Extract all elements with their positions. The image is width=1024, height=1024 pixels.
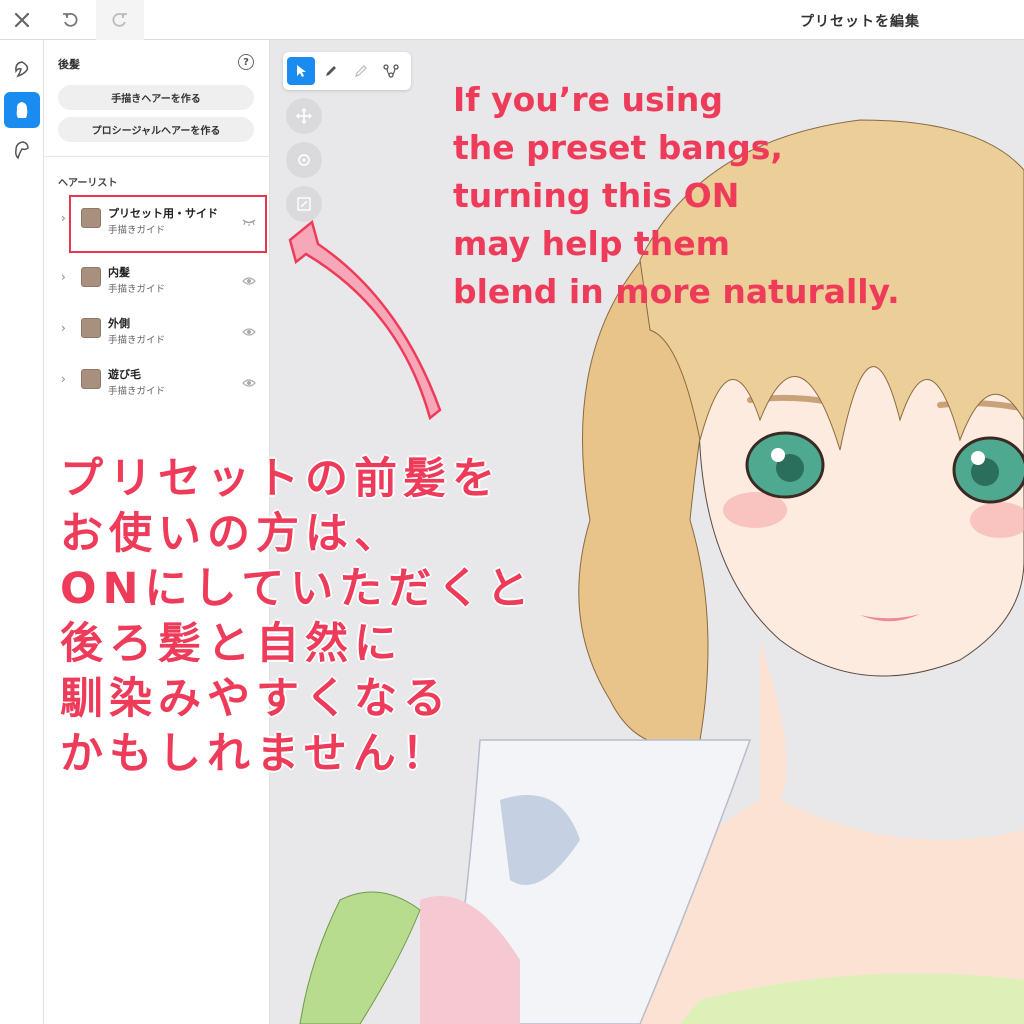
rail-item-back-hair[interactable] [4,92,40,128]
hair-list-item[interactable]: › 外側 手描きガイド [44,307,270,351]
chevron-right-icon[interactable]: › [61,321,66,335]
eye-icon[interactable] [242,373,256,392]
rail-item-side-hair[interactable] [4,132,40,168]
eraser-icon [355,65,367,77]
hair-color-swatch[interactable] [81,318,101,338]
rotate-tool-button[interactable] [286,142,322,178]
hair-item-type: 手描きガイド [108,335,166,346]
redo-icon [112,12,127,27]
hair-list-heading: ヘアーリスト [58,178,118,189]
hair-item-type: 手描きガイド [108,284,166,295]
annotation-japanese: プリセットの前髪を お使いの方は、 ONにしていただくと 後ろ髪と自然に 馴染み… [60,452,620,782]
annotation-highlight-box [69,195,267,253]
create-procedural-hair-button[interactable]: プロシージャルヘアーを作る [58,117,254,142]
close-icon [14,12,30,28]
annotation-en-line: the preset bangs, [453,128,783,167]
eraser-tool-button[interactable] [347,57,375,85]
hair-list-item[interactable]: › 内髪 手描きガイド [44,256,270,300]
chevron-right-icon[interactable]: › [61,372,66,386]
pen-tool-button[interactable] [317,57,345,85]
hair-item-name: 外側 [108,317,130,330]
hair-item-name: 内髪 [108,266,130,279]
front-hair-icon [15,61,29,78]
annotation-en-line: If you’re using [453,80,724,119]
help-icon[interactable]: ? [238,54,254,70]
top-bar: プリセットを編集 [0,0,1024,40]
chevron-right-icon[interactable]: › [61,270,66,284]
move-tool-button[interactable] [286,98,322,134]
select-icon [297,65,306,77]
panel-title: 後髪 [58,58,80,71]
side-hair-icon [15,141,29,160]
panel-divider [44,156,270,157]
annotation-en-line: turning this ON [453,176,740,215]
create-hand-drawn-hair-button[interactable]: 手描きヘアーを作る [58,85,254,110]
ribbon-green [299,891,421,1024]
undo-icon [63,12,78,27]
annotation-jp-line: プリセットの前髪を [60,454,501,504]
path-tool-button[interactable] [377,57,405,85]
path-icon [383,64,399,78]
eye-icon[interactable] [242,271,256,290]
hair-color-swatch[interactable] [81,267,101,287]
app-window: プリセットを編集 後髪 ? 手描きヘアーを作る プロシージャルヘアーを作る ヘア… [0,0,1024,1024]
annotation-jp-line: お使いの方は、 [60,509,403,559]
category-rail [0,40,44,1024]
select-tool-button[interactable] [287,57,315,85]
eye-icon[interactable] [242,322,256,341]
scale-tool-button[interactable] [286,186,322,222]
annotation-english: If you’re using the preset bangs, turnin… [453,76,1013,316]
hair-list-item[interactable]: › 遊び毛 手描きガイド [44,358,270,402]
redo-button[interactable] [96,0,144,40]
scale-icon [297,197,311,211]
rail-item-front-hair[interactable] [4,52,40,88]
move-icon [296,108,312,124]
back-hair-icon [16,102,28,118]
chevron-right-icon[interactable]: › [61,211,66,225]
annotation-en-line: blend in more naturally. [453,272,900,311]
annotation-arrow [288,219,442,421]
hair-color-swatch[interactable] [81,369,101,389]
pen-icon [326,66,336,76]
annotation-jp-line: ONにしていただくと [60,564,536,614]
canvas-toolbar [283,52,411,90]
rotate-icon [298,154,310,166]
close-button[interactable] [0,0,44,40]
hair-item-name: 遊び毛 [108,368,141,381]
hair-item-type: 手描きガイド [108,386,166,397]
page-title: プリセットを編集 [800,14,920,30]
annotation-jp-line: 後ろ髪と自然に [60,619,403,669]
annotation-jp-line: かもしれません！ [60,729,451,779]
annotation-en-line: may help them [453,224,730,263]
undo-button[interactable] [50,0,90,40]
annotation-jp-line: 馴染みやすくなる [60,674,452,724]
